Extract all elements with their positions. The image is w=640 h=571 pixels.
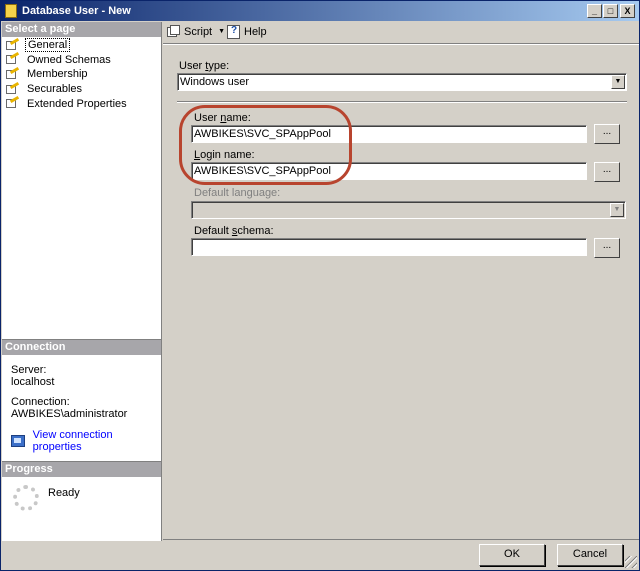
help-label: Help xyxy=(244,26,267,38)
connection-value: AWBIKES\administrator xyxy=(11,408,128,420)
page-item-extended-properties[interactable]: Extended Properties xyxy=(6,96,160,111)
script-button[interactable]: Script ▼ xyxy=(167,25,225,38)
page-item-general[interactable]: General xyxy=(6,37,160,53)
progress-header: Progress xyxy=(2,462,161,477)
database-user-dialog: Database User - New _ □ X Select a page … xyxy=(0,0,640,571)
page-label: Membership xyxy=(27,68,88,81)
progress-spinner-icon xyxy=(13,485,39,511)
user-type-label: User type: xyxy=(179,60,230,72)
user-name-browse-button[interactable]: ... xyxy=(594,124,620,144)
default-schema-input[interactable] xyxy=(191,238,587,256)
page-label: General xyxy=(25,38,71,53)
page-label: Securables xyxy=(27,83,83,96)
page-wand-icon xyxy=(6,96,20,109)
default-schema-browse-button[interactable]: ... xyxy=(594,238,620,258)
default-language-select[interactable]: ▼ xyxy=(191,201,626,219)
progress-status: Ready xyxy=(48,487,80,499)
page-wand-icon xyxy=(6,81,20,95)
script-icon xyxy=(167,25,180,38)
left-pane: Select a page General Owned Schemas Memb… xyxy=(2,22,162,541)
page-item-owned-schemas[interactable]: Owned Schemas xyxy=(6,52,160,68)
chevron-down-icon[interactable]: ▼ xyxy=(218,28,225,35)
minimize-button[interactable]: _ xyxy=(587,4,602,18)
page-label: Owned Schemas xyxy=(27,53,111,66)
user-type-select[interactable]: Windows user ▼ xyxy=(177,73,627,91)
database-user-icon xyxy=(5,4,17,18)
help-icon xyxy=(227,25,240,39)
ok-button[interactable]: OK xyxy=(479,544,545,566)
server-label: Server: xyxy=(11,364,47,376)
connection-label: Connection: xyxy=(11,396,70,408)
highlight-annotation xyxy=(179,105,352,185)
connection-header: Connection xyxy=(2,340,161,355)
page-label: Extended Properties xyxy=(27,97,127,110)
help-button[interactable]: Help xyxy=(227,25,267,39)
chevron-down-icon[interactable]: ▼ xyxy=(610,203,624,217)
title-bar[interactable]: Database User - New _ □ X xyxy=(1,1,639,21)
script-label: Script xyxy=(184,25,213,38)
cancel-button[interactable]: Cancel xyxy=(557,544,623,566)
default-language-label: Default language: xyxy=(194,187,281,199)
close-button[interactable]: X xyxy=(620,4,635,18)
chevron-down-icon[interactable]: ▼ xyxy=(611,75,625,89)
view-connection-properties-link[interactable]: View connection properties xyxy=(11,429,161,453)
view-connection-properties-label: View connection properties xyxy=(32,429,113,453)
maximize-button[interactable]: □ xyxy=(603,4,618,18)
user-type-value: Windows user xyxy=(180,76,250,88)
default-schema-label: Default schema: xyxy=(194,225,274,237)
connection-properties-icon xyxy=(11,435,25,447)
page-item-securables[interactable]: Securables xyxy=(6,81,160,97)
page-wand-icon xyxy=(6,37,20,51)
resize-grip-icon[interactable] xyxy=(625,556,637,568)
group-divider-highlight xyxy=(177,102,627,103)
toolbar: Script ▼ Help xyxy=(163,22,639,45)
toolbar-divider-highlight xyxy=(163,44,639,45)
bottom-divider xyxy=(163,539,639,540)
window-title: Database User - New xyxy=(22,5,131,17)
login-name-browse-button[interactable]: ... xyxy=(594,162,620,182)
select-page-header: Select a page xyxy=(2,22,161,37)
page-item-membership[interactable]: Membership xyxy=(6,66,160,82)
pages-list: General Owned Schemas Membership Securab… xyxy=(6,37,160,111)
page-wand-icon xyxy=(6,66,20,80)
page-wand-icon xyxy=(6,52,20,65)
server-value: localhost xyxy=(11,376,55,388)
